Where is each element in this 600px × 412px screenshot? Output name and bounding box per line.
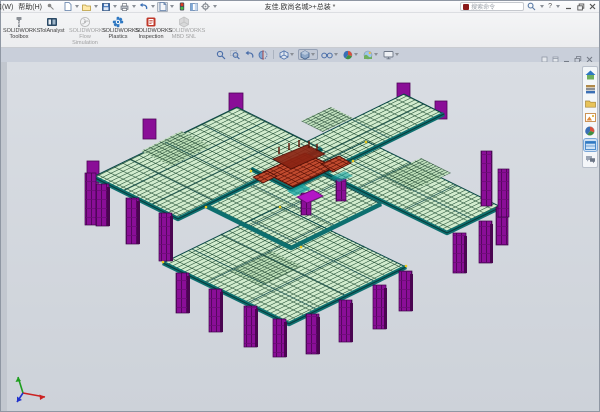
hide-show-items-button[interactable] bbox=[320, 49, 340, 60]
menu-bar: 窗口(W) 帮助(H) bbox=[0, 2, 54, 12]
headsup-separator bbox=[273, 50, 274, 59]
ribbon-plastics[interactable]: SOLIDWORKSPlastics bbox=[102, 15, 134, 40]
command-manager: SOLIDWORKSToolbox TolAnalyst SOLIDWORKSF… bbox=[1, 13, 599, 48]
command-search[interactable]: 搜索命令 bbox=[460, 2, 524, 11]
ribbon-mbd-snl: SOLIDWORKSMBD SNL bbox=[168, 15, 200, 40]
plastics-icon bbox=[102, 15, 134, 28]
open-caret[interactable] bbox=[94, 5, 98, 8]
view-columns-button[interactable] bbox=[188, 2, 199, 12]
file-explorer-tab[interactable] bbox=[584, 97, 597, 109]
rebuild-button[interactable] bbox=[157, 2, 168, 12]
design-library-tab[interactable] bbox=[584, 83, 597, 95]
ribbon-tolanalyst[interactable]: TolAnalyst bbox=[36, 15, 68, 34]
edit-appearance-button[interactable] bbox=[342, 49, 360, 60]
inspection-icon bbox=[135, 15, 167, 28]
mbd-snl-icon bbox=[168, 15, 200, 28]
forum-tab[interactable] bbox=[584, 153, 597, 165]
print-button[interactable] bbox=[119, 2, 130, 12]
toolbox-icon bbox=[3, 15, 35, 28]
edit-appearance-caret[interactable] bbox=[354, 53, 358, 56]
solidworks-resources-tab[interactable] bbox=[584, 69, 597, 81]
zoom-to-fit-button[interactable] bbox=[215, 49, 227, 60]
zoom-to-area-button[interactable] bbox=[229, 49, 241, 60]
help-caret[interactable] bbox=[556, 5, 560, 8]
heads-up-view-toolbar bbox=[215, 49, 401, 60]
print-caret[interactable] bbox=[132, 5, 136, 8]
view-settings-button[interactable] bbox=[382, 49, 401, 60]
options-caret[interactable] bbox=[213, 5, 217, 8]
rebuild-caret[interactable] bbox=[170, 5, 174, 8]
flow-simulation-icon bbox=[69, 15, 101, 28]
apply-scene-caret[interactable] bbox=[374, 53, 378, 56]
reference-triad bbox=[9, 365, 59, 405]
new-file-caret[interactable] bbox=[75, 5, 79, 8]
menu-window[interactable]: 窗口(W) bbox=[0, 2, 13, 12]
task-pane-tabs bbox=[582, 66, 598, 168]
undo-caret[interactable] bbox=[151, 5, 155, 8]
display-style-caret[interactable] bbox=[311, 53, 315, 56]
viewport-top-strip bbox=[1, 48, 599, 62]
section-view-button[interactable] bbox=[257, 49, 269, 60]
titlebar-right: 搜索命令 ? bbox=[460, 2, 597, 11]
apply-scene-button[interactable] bbox=[362, 49, 380, 60]
options-gear-button[interactable] bbox=[200, 2, 211, 12]
hide-show-caret[interactable] bbox=[334, 53, 338, 56]
save-caret[interactable] bbox=[113, 5, 117, 8]
title-bar: 窗口(W) 帮助(H) bbox=[1, 1, 599, 13]
model-3d[interactable] bbox=[1, 62, 599, 411]
solidworks-window: 窗口(W) 帮助(H) bbox=[0, 0, 600, 412]
view-settings-caret[interactable] bbox=[395, 53, 399, 56]
help-button[interactable]: ? bbox=[548, 3, 552, 10]
ribbon-inspection[interactable]: SOLIDWORKSInspection bbox=[135, 15, 167, 40]
ribbon-solidworks-toolbox[interactable]: SOLIDWORKSToolbox bbox=[3, 15, 35, 40]
tolanalyst-icon bbox=[36, 15, 68, 28]
search-placeholder: 搜索命令 bbox=[471, 2, 495, 11]
new-file-button[interactable] bbox=[62, 2, 73, 12]
minimize-button[interactable] bbox=[564, 3, 573, 11]
view-orientation-caret[interactable] bbox=[290, 53, 294, 56]
appearances-scenes-tab[interactable] bbox=[584, 125, 597, 137]
custom-properties-tab[interactable] bbox=[584, 139, 597, 151]
previous-view-button[interactable] bbox=[243, 49, 255, 60]
save-button[interactable] bbox=[100, 2, 111, 12]
pin-icon[interactable] bbox=[47, 3, 54, 10]
close-button[interactable] bbox=[588, 3, 597, 11]
solidworks-logo-icon bbox=[463, 4, 469, 10]
view-palette-tab[interactable] bbox=[584, 111, 597, 123]
search-scope-button[interactable] bbox=[527, 2, 536, 11]
undo-button[interactable] bbox=[138, 2, 149, 12]
open-button[interactable] bbox=[81, 2, 92, 12]
restore-button[interactable] bbox=[576, 3, 585, 11]
traffic-light-button[interactable] bbox=[176, 2, 187, 12]
graphics-area[interactable] bbox=[1, 62, 599, 411]
menu-help[interactable]: 帮助(H) bbox=[18, 2, 42, 12]
ribbon-flow-simulation: SOLIDWORKSFlowSimulation bbox=[69, 15, 101, 46]
view-orientation-button[interactable] bbox=[278, 49, 296, 60]
search-caret[interactable] bbox=[540, 5, 544, 8]
quick-access-toolbar bbox=[62, 2, 218, 12]
display-style-button[interactable] bbox=[298, 49, 318, 60]
